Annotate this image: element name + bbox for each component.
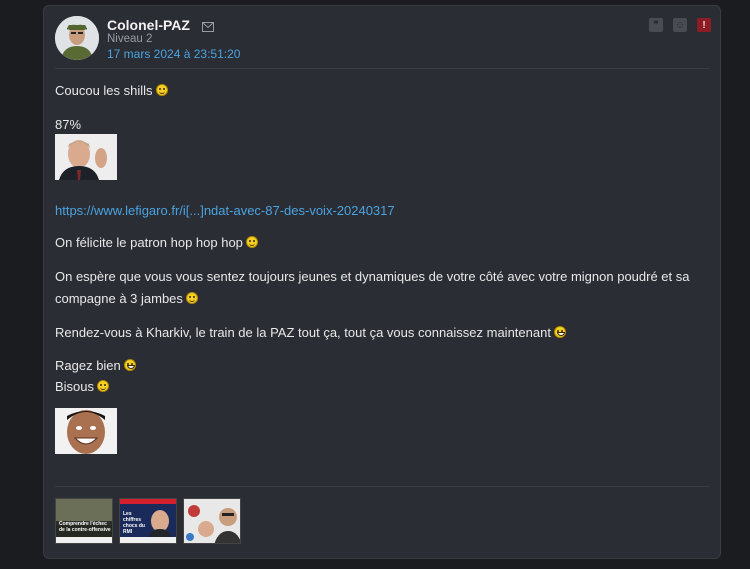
hope-line-1: On espère que vous vous sentez toujours … (55, 269, 690, 284)
attachment-thumbnail-2[interactable]: Les chiffres chocs du RMI (119, 498, 177, 544)
percent-text: 87% (55, 117, 82, 132)
ragez-text: Ragez bien (55, 358, 121, 373)
hope-text-2: compagne à 3 jambes (55, 291, 183, 306)
bisous-line: Bisous (55, 378, 110, 395)
attachments-divider (55, 486, 709, 487)
attachment-thumbnail-3[interactable] (183, 498, 241, 544)
grin-icon (123, 359, 136, 371)
putin-image[interactable] (55, 134, 117, 180)
hope-line-2: compagne à 3 jambes (55, 290, 198, 307)
smiley-icon (185, 292, 198, 304)
avatar[interactable] (55, 16, 99, 60)
user-level: Niveau 2 (107, 33, 153, 45)
post-date[interactable]: 17 mars 2024 à 23:51:20 (107, 47, 240, 61)
header-divider (55, 68, 709, 69)
greeting-text: Coucou les shills (55, 83, 153, 98)
attachment-thumbnail-1[interactable]: Comprendre l'échec de la contre-offensiv… (55, 498, 113, 544)
kharkiv-line: Rendez-vous à Kharkiv, le train de la PA… (55, 324, 566, 341)
smiley-icon (245, 236, 258, 248)
smiley-icon (97, 380, 110, 392)
grin-icon (553, 326, 566, 338)
article-link[interactable]: https://www.lefigaro.fr/i[...]ndat-avec-… (55, 203, 395, 218)
smiling-face-image[interactable] (55, 408, 117, 454)
congrats-text: On félicite le patron hop hop hop (55, 235, 243, 250)
smiley-icon (155, 84, 168, 96)
ragez-line: Ragez bien (55, 357, 136, 374)
thumbnail-caption-2: Les chiffres chocs du RMI (123, 511, 145, 535)
thumbnail-caption-1: Comprendre l'échec de la contre-offensiv… (59, 521, 111, 533)
bisous-text: Bisous (55, 379, 95, 394)
congrats-line: On félicite le patron hop hop hop (55, 234, 258, 251)
smiley-icon[interactable]: ☺ (673, 18, 687, 32)
report-icon[interactable]: ! (697, 18, 711, 32)
greeting-line: Coucou les shills (55, 82, 168, 99)
mail-icon[interactable] (202, 19, 214, 37)
username[interactable]: Colonel-PAZ (107, 17, 190, 33)
forum-post-card: Colonel-PAZ Niveau 2 17 mars 2024 à 23:5… (43, 5, 721, 559)
quote-icon[interactable]: ❞ (649, 18, 663, 32)
post-actions: ❞ ☺ ! (649, 18, 711, 32)
kharkiv-text: Rendez-vous à Kharkiv, le train de la PA… (55, 325, 551, 340)
